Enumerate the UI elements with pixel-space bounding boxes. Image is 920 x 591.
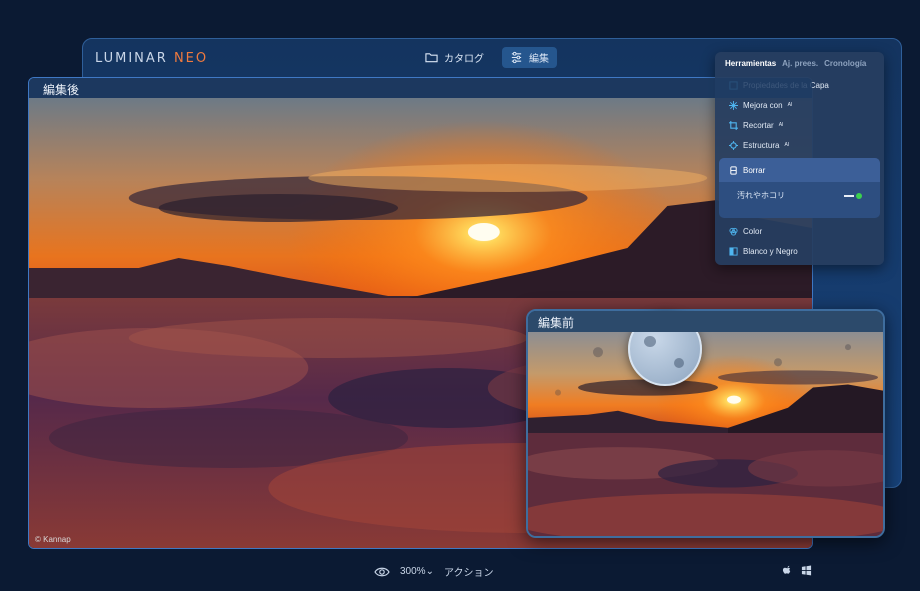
structure-icon	[729, 140, 738, 150]
top-tabs: カタログ 編集	[417, 47, 557, 68]
color-icon	[729, 227, 738, 236]
sliders-icon	[511, 51, 522, 64]
bw-icon	[729, 246, 738, 256]
tab-herramientas[interactable]: Herramientas	[725, 59, 776, 68]
tool-label: Estructura	[743, 140, 780, 150]
enhance-icon	[729, 100, 738, 110]
tool-black-white[interactable]: Blanco y Negro	[715, 241, 884, 261]
ai-badge: AI	[784, 142, 790, 148]
tool-label: Borrar	[743, 165, 766, 175]
os-icons	[782, 565, 812, 576]
tools-tabs: Herramientas Aj. prees. Cronología	[715, 52, 884, 75]
tool-enhance-ai[interactable]: Mejora con AI	[715, 95, 884, 115]
apple-icon	[782, 565, 791, 574]
before-panel: 編集前	[526, 309, 885, 538]
dust-removal-label: 汚れやホコリ	[737, 191, 785, 200]
toggle-knob	[856, 192, 862, 199]
crop-icon	[729, 120, 738, 130]
zoom-select[interactable]: 300%⌄	[400, 566, 434, 577]
tab-edit-label: 編集	[529, 54, 549, 65]
copyright-text: © Kannap	[35, 535, 71, 544]
dust-spot	[644, 336, 656, 347]
logo-accent-text: NEO	[173, 51, 209, 66]
tool-borrar[interactable]: Borrar	[719, 158, 880, 182]
before-panel-title: 編集前	[528, 311, 883, 332]
tab-history[interactable]: Cronología	[824, 59, 866, 68]
toggle-track	[844, 194, 854, 197]
tool-label: Color	[743, 226, 763, 236]
eraser-icon	[730, 165, 737, 175]
tool-label: Recortar	[743, 120, 774, 130]
tool-label: Blanco y Negro	[743, 246, 798, 256]
tab-catalog-label: カタログ	[444, 54, 484, 65]
tool-crop-ai[interactable]: Recortar AI	[715, 115, 884, 135]
dust-removal-row: 汚れやホコリ	[719, 182, 880, 209]
eye-icon[interactable]	[374, 566, 390, 578]
logo-text: LUMINAR	[95, 51, 174, 66]
tab-edit[interactable]: 編集	[502, 47, 557, 68]
tool-borrar-section: Borrar 汚れやホコリ	[719, 158, 880, 218]
dust-removal-toggle[interactable]	[844, 192, 862, 199]
after-panel-title: 編集後	[29, 78, 812, 98]
tool-label: Mejora con	[743, 100, 783, 110]
tab-catalog[interactable]: カタログ	[417, 47, 492, 68]
windows-icon	[801, 565, 812, 576]
bottom-toolbar: 300%⌄ アクション	[374, 564, 493, 579]
ai-badge: AI	[787, 102, 793, 108]
before-photo[interactable]	[528, 332, 883, 538]
tool-color[interactable]: Color	[715, 221, 884, 241]
ai-badge: AI	[778, 122, 784, 128]
folder-icon	[425, 53, 438, 63]
chevron-down-icon: ⌄	[425, 566, 434, 577]
tool-structure-ai[interactable]: Estructura AI	[715, 135, 884, 155]
action-button[interactable]: アクション	[444, 564, 494, 579]
zoom-value: 300%	[400, 566, 426, 577]
tab-presets[interactable]: Aj. prees.	[782, 59, 818, 68]
app-logo: LUMINAR NEO	[95, 51, 208, 66]
dust-spot	[674, 358, 684, 368]
